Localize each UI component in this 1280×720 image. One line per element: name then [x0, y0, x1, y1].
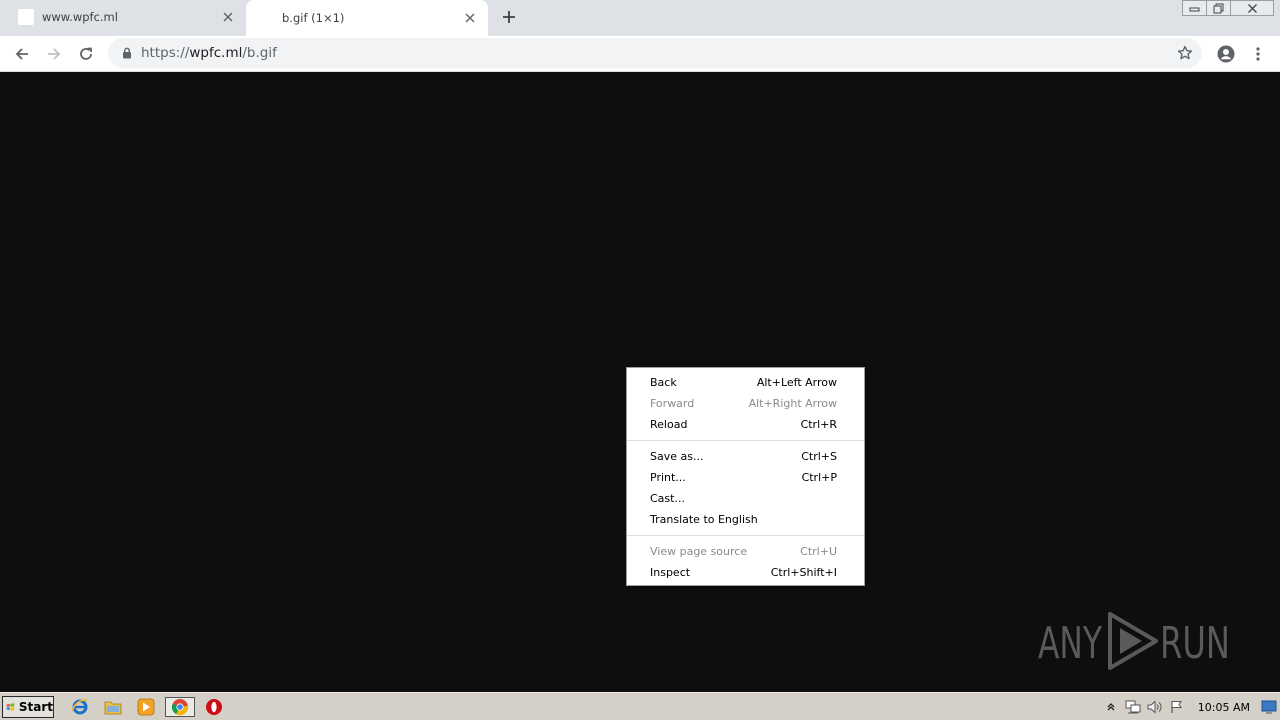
windows-taskbar: Start 10:05 AM — [0, 692, 1280, 720]
reload-button[interactable] — [74, 42, 98, 66]
forward-button[interactable] — [42, 42, 66, 66]
url-host: wpfc.ml — [189, 45, 243, 61]
restore-icon — [1213, 3, 1224, 13]
menu-item-print[interactable]: Print... Ctrl+P — [627, 467, 864, 488]
svg-text:ANY: ANY — [1038, 618, 1102, 669]
menu-item-shortcut: Ctrl+S — [801, 450, 837, 463]
anyrun-watermark: ANY RUN — [1038, 606, 1234, 676]
menu-item-back[interactable]: Back Alt+Left Arrow — [627, 372, 864, 393]
url-scheme: https:// — [141, 45, 190, 61]
tab-b-gif[interactable]: b.gif (1×1) — [246, 0, 488, 36]
taskbar-clock[interactable]: 10:05 AM — [1198, 701, 1250, 714]
network-icon[interactable] — [1122, 697, 1144, 717]
close-icon — [1247, 3, 1257, 13]
profile-button[interactable] — [1214, 42, 1238, 66]
menu-separator — [627, 440, 864, 441]
arrow-left-icon — [15, 48, 28, 60]
menu-item-label: Cast... — [650, 492, 685, 505]
context-menu: Back Alt+Left Arrow Forward Alt+Right Ar… — [626, 367, 865, 586]
menu-item-reload[interactable]: Reload Ctrl+R — [627, 414, 864, 435]
new-tab-button[interactable] — [498, 6, 520, 28]
action-center-flag-icon[interactable] — [1166, 697, 1188, 717]
svg-text:RUN: RUN — [1160, 618, 1230, 669]
system-tray: 10:05 AM — [1100, 695, 1280, 719]
opera-icon[interactable] — [203, 697, 225, 717]
menu-item-label: Translate to English — [650, 513, 758, 526]
browser-toolbar: https://wpfc.ml/b.gif — [0, 36, 1280, 72]
file-explorer-icon[interactable] — [102, 697, 124, 717]
back-button[interactable] — [10, 42, 34, 66]
menu-item-label: Reload — [650, 418, 688, 431]
tab-wpfc[interactable]: www.wpfc.ml — [0, 0, 246, 34]
show-desktop-icon[interactable] — [1258, 697, 1280, 717]
menu-item-label: View page source — [650, 545, 748, 558]
menu-item-shortcut: Alt+Left Arrow — [756, 376, 837, 389]
start-button[interactable]: Start — [2, 696, 54, 718]
close-window-button[interactable] — [1230, 0, 1274, 16]
menu-item-label: Print... — [650, 471, 686, 484]
arrow-right-icon — [48, 48, 61, 60]
menu-item-view-source: View page source Ctrl+U — [627, 541, 864, 562]
menu-item-translate[interactable]: Translate to English — [627, 509, 864, 530]
more-vertical-icon — [1256, 47, 1260, 61]
chrome-icon[interactable] — [165, 697, 195, 717]
tab-title: b.gif (1×1) — [282, 11, 345, 25]
url-path: /b.gif — [242, 45, 277, 61]
menu-item-label: Inspect — [650, 566, 691, 579]
address-bar[interactable]: https://wpfc.ml/b.gif — [108, 38, 1202, 68]
close-tab-icon[interactable] — [220, 9, 236, 25]
menu-item-shortcut: Ctrl+Shift+I — [770, 566, 837, 579]
minimize-icon — [1189, 7, 1200, 12]
menu-item-label: Back — [650, 376, 677, 389]
menu-item-shortcut: Alt+Right Arrow — [748, 397, 837, 410]
menu-item-inspect[interactable]: Inspect Ctrl+Shift+I — [627, 562, 864, 583]
reload-icon — [80, 47, 92, 60]
menu-item-shortcut: Ctrl+R — [800, 418, 837, 431]
account-circle-icon — [1217, 45, 1235, 63]
menu-item-forward: Forward Alt+Right Arrow — [627, 393, 864, 414]
plus-icon — [503, 11, 515, 23]
show-hidden-icons-icon[interactable] — [1100, 697, 1122, 717]
bookmark-star-icon[interactable] — [1176, 44, 1194, 62]
menu-separator — [627, 535, 864, 536]
volume-icon[interactable] — [1144, 697, 1166, 717]
windows-logo-icon — [6, 703, 15, 711]
menu-item-shortcut: Ctrl+U — [800, 545, 837, 558]
window-controls — [1182, 0, 1274, 18]
menu-item-label: Forward — [650, 397, 695, 410]
close-tab-icon[interactable] — [462, 10, 478, 26]
minimize-button[interactable] — [1182, 0, 1207, 16]
chrome-menu-button[interactable] — [1246, 42, 1270, 66]
menu-item-shortcut: Ctrl+P — [801, 471, 837, 484]
url-text[interactable]: https://wpfc.ml/b.gif — [141, 45, 277, 61]
lock-icon[interactable] — [120, 46, 134, 60]
tab-title: www.wpfc.ml — [42, 10, 118, 24]
internet-explorer-icon[interactable] — [69, 697, 91, 717]
blank-page-favicon-icon — [18, 9, 34, 25]
menu-item-cast[interactable]: Cast... — [627, 488, 864, 509]
tab-strip: www.wpfc.ml b.gif (1×1) — [0, 0, 1280, 36]
start-label: Start — [18, 700, 53, 714]
anyrun-logo-icon: ANY RUN — [1038, 612, 1230, 670]
menu-item-label: Save as... — [650, 450, 704, 463]
restore-button[interactable] — [1206, 0, 1231, 16]
menu-item-save-as[interactable]: Save as... Ctrl+S — [627, 446, 864, 467]
media-player-icon[interactable] — [135, 697, 157, 717]
